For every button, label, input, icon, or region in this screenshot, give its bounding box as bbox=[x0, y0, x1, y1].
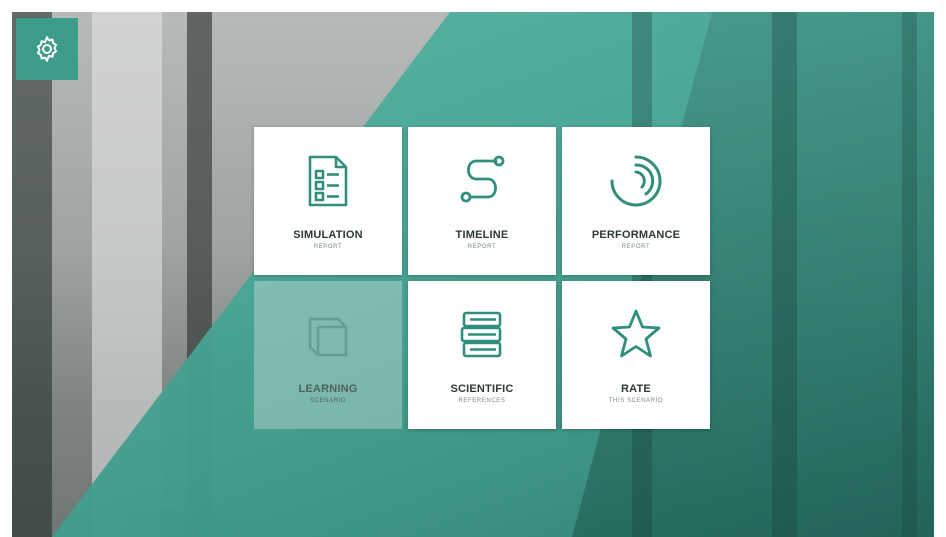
tile-performance-report[interactable]: PERFORMANCE REPORT bbox=[562, 127, 710, 275]
tile-title: LEARNING bbox=[298, 383, 358, 395]
settings-button[interactable] bbox=[16, 18, 78, 80]
tile-title: PERFORMANCE bbox=[591, 229, 681, 241]
tile-title: SIMULATION bbox=[293, 229, 363, 241]
star-icon bbox=[611, 309, 661, 358]
background-scene: SIMULATION REPORT TIMELINE REPORT PERFOR… bbox=[12, 12, 934, 537]
tile-title: RATE bbox=[621, 383, 651, 395]
tile-simulation-report[interactable]: SIMULATION REPORT bbox=[254, 127, 402, 275]
tile-title: SCIENTIFIC bbox=[450, 383, 514, 395]
gear-icon bbox=[36, 35, 58, 63]
tile-scientific-references[interactable]: SCIENTIFIC REFERENCES bbox=[408, 281, 556, 429]
tile-learning-scenario[interactable]: LEARNING SCENARIO bbox=[254, 281, 402, 429]
tile-subtitle: THIS SCENARIO bbox=[608, 398, 664, 404]
menu-grid: SIMULATION REPORT TIMELINE REPORT PERFOR… bbox=[254, 127, 710, 431]
tile-timeline-report[interactable]: TIMELINE REPORT bbox=[408, 127, 556, 275]
tile-subtitle: SCENARIO bbox=[309, 398, 347, 404]
books-stack-icon bbox=[460, 311, 502, 358]
arcs-gauge-icon bbox=[610, 155, 662, 207]
book-icon bbox=[308, 317, 348, 357]
tile-subtitle: REPORT bbox=[467, 244, 497, 250]
tile-subtitle: REPORT bbox=[621, 244, 651, 250]
tile-rate-scenario[interactable]: RATE THIS SCENARIO bbox=[562, 281, 710, 429]
tile-title: TIMELINE bbox=[455, 229, 509, 241]
document-checklist-icon bbox=[308, 155, 348, 207]
tile-subtitle: REPORT bbox=[313, 244, 343, 250]
timeline-path-icon bbox=[460, 155, 505, 203]
tile-subtitle: REFERENCES bbox=[458, 398, 506, 404]
